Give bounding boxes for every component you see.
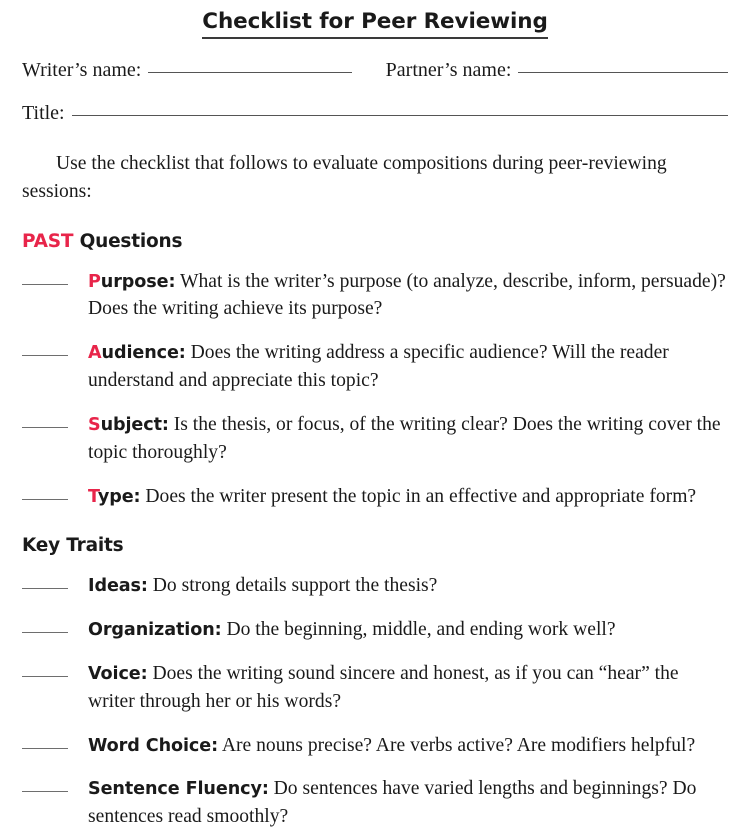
section-heading-accent: PAST <box>22 230 74 252</box>
label-rest: Ideas: <box>88 576 148 597</box>
list-item-label: Subject: <box>88 415 169 435</box>
name-fields-row: Writer’s name: Partner’s name: <box>22 59 729 82</box>
list-item-text: Type: Does the writer present the topic … <box>88 483 728 511</box>
writer-name-input[interactable] <box>148 72 353 73</box>
list-item-label: Purpose: <box>88 271 176 292</box>
list-item-text: Purpose: What is the writer’s purpose (t… <box>88 268 728 324</box>
label-rest: Sentence Fluency: <box>88 779 269 800</box>
list-item-text: Word Choice: Are nouns precise? Are verb… <box>88 732 728 760</box>
list-item-text: Organization: Do the beginning, middle, … <box>88 616 728 644</box>
section-past-questions: PAST Questions Purpose: What is the writ… <box>22 231 728 511</box>
checkmark-blank[interactable] <box>22 747 68 749</box>
checkmark-blank[interactable] <box>22 498 68 500</box>
label-rest: ype: <box>97 486 141 507</box>
list-item-label: Audience: <box>88 343 186 363</box>
label-initial: P <box>88 271 101 292</box>
page-title: Checklist for Peer Reviewing <box>202 9 548 39</box>
list-item[interactable]: Voice: Does the writing sound sincere an… <box>22 660 728 716</box>
checklist-page: Checklist for Peer Reviewing Writer’s na… <box>0 0 750 827</box>
list-item-question: What is the writer’s purpose (to analyze… <box>88 270 726 320</box>
section-heading: PAST Questions <box>22 231 728 252</box>
list-item-text: Ideas: Do strong details support the the… <box>88 572 728 600</box>
list-item[interactable]: Type: Does the writer present the topic … <box>22 483 728 511</box>
checkmark-blank[interactable] <box>22 791 68 793</box>
list-item-question: Do strong details support the thesis? <box>147 575 438 597</box>
list-item-question: Is the thesis, or focus, of the writing … <box>88 413 721 463</box>
checkmark-blank[interactable] <box>22 355 68 357</box>
checklist-key-traits: Ideas: Do strong details support the the… <box>22 572 728 831</box>
checkmark-blank[interactable] <box>22 426 68 428</box>
list-item-label: Sentence Fluency: <box>88 779 269 799</box>
section-heading-rest: Key Traits <box>22 535 124 557</box>
checkmark-blank[interactable] <box>22 675 68 677</box>
list-item-label: Ideas: <box>88 576 148 596</box>
checklist-past: Purpose: What is the writer’s purpose (t… <box>22 268 728 511</box>
title-container: Checklist for Peer Reviewing <box>22 0 728 39</box>
title-input[interactable] <box>71 115 728 116</box>
label-rest: Voice: <box>88 663 148 684</box>
list-item-text: Sentence Fluency: Do sentences have vari… <box>88 775 728 831</box>
section-key-traits: Key Traits Ideas: Do strong details supp… <box>22 535 728 831</box>
label-rest: Organization: <box>88 620 222 641</box>
checkmark-blank[interactable] <box>22 632 68 634</box>
list-item-text: Subject: Is the thesis, or focus, of the… <box>88 411 728 467</box>
list-item-label: Word Choice: <box>88 736 218 756</box>
label-rest: Word Choice: <box>88 735 219 756</box>
label-initial: A <box>88 343 102 364</box>
list-item-text: Voice: Does the writing sound sincere an… <box>88 660 728 716</box>
partner-name-input[interactable] <box>518 72 729 73</box>
section-heading-rest: Questions <box>73 230 183 252</box>
partner-name-label: Partner’s name: <box>385 59 512 81</box>
list-item-question: Does the writer present the topic in an … <box>140 485 697 507</box>
list-item-label: Type: <box>88 486 141 507</box>
intro-paragraph: Use the checklist that follows to evalua… <box>22 153 667 202</box>
checkmark-blank[interactable] <box>22 283 68 285</box>
list-item-question: Are nouns precise? Are verbs active? Are… <box>218 734 696 756</box>
list-item[interactable]: Organization: Do the beginning, middle, … <box>22 616 728 644</box>
list-item[interactable]: Word Choice: Are nouns precise? Are verb… <box>22 732 728 760</box>
label-rest: urpose: <box>100 271 176 292</box>
list-item-label: Organization: <box>88 620 222 640</box>
list-item-text: Audience: Does the writing address a spe… <box>88 339 728 395</box>
label-rest: udience: <box>101 343 186 364</box>
list-item-question: Does the writing sound sincere and hones… <box>88 662 679 712</box>
label-rest: ubject: <box>100 414 169 435</box>
label-initial: S <box>88 414 101 435</box>
title-field-label: Title: <box>22 102 65 124</box>
writer-name-label: Writer’s name: <box>22 59 142 81</box>
list-item[interactable]: Sentence Fluency: Do sentences have vari… <box>22 775 728 831</box>
list-item[interactable]: Audience: Does the writing address a spe… <box>22 339 728 395</box>
section-heading: Key Traits <box>22 535 728 556</box>
list-item-label: Voice: <box>88 664 148 684</box>
list-item[interactable]: Purpose: What is the writer’s purpose (t… <box>22 268 728 324</box>
list-item-question: Do the beginning, middle, and ending wor… <box>221 619 616 641</box>
title-field-row: Title: <box>22 102 728 125</box>
checkmark-blank[interactable] <box>22 588 68 590</box>
list-item[interactable]: Subject: Is the thesis, or focus, of the… <box>22 411 728 467</box>
list-item[interactable]: Ideas: Do strong details support the the… <box>22 572 728 600</box>
label-initial: T <box>88 486 98 507</box>
sections-container: PAST Questions Purpose: What is the writ… <box>22 231 728 831</box>
